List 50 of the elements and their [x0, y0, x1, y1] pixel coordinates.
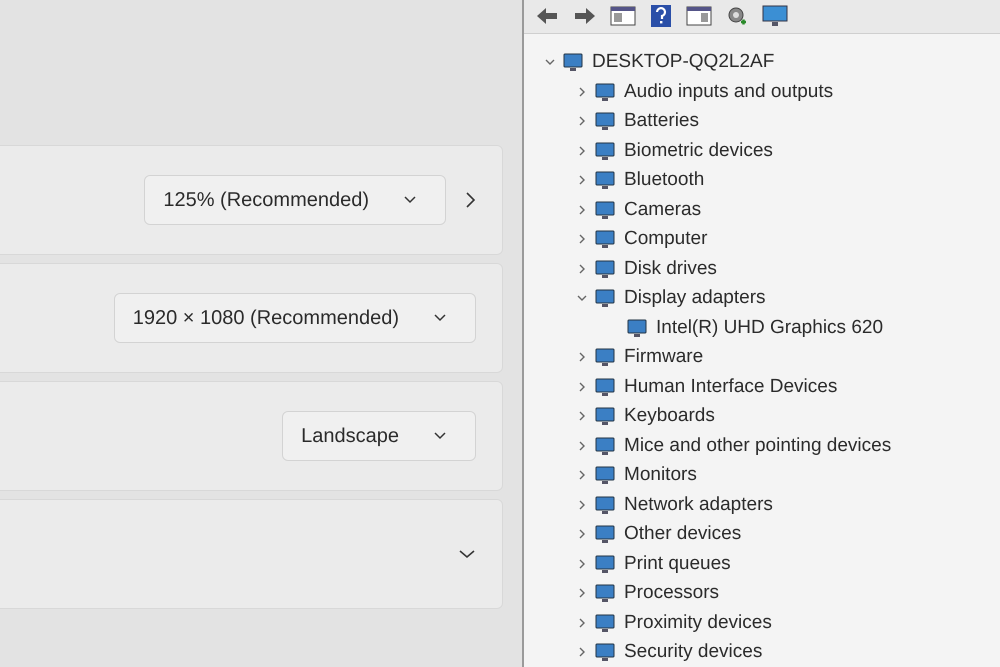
- tree-item[interactable]: Monitors: [624, 464, 697, 486]
- device-icon: [594, 80, 616, 103]
- tree-item[interactable]: Biometric devices: [624, 140, 773, 162]
- device-icon: [594, 110, 616, 132]
- device-icon: [594, 198, 616, 221]
- device-icon: [594, 582, 616, 604]
- chevron-down-icon: [433, 313, 447, 323]
- chevron-down-icon: [433, 431, 447, 441]
- tree-item[interactable]: Mice and other pointing devices: [624, 434, 892, 457]
- tree-item[interactable]: Other devices: [624, 523, 742, 546]
- device-icon: [594, 552, 616, 575]
- device-icon: [594, 228, 616, 250]
- chevron-right-icon[interactable]: [464, 191, 476, 209]
- tree-item[interactable]: Batteries: [624, 110, 699, 132]
- tree-item[interactable]: Computer: [624, 228, 708, 250]
- device-icon: [594, 169, 616, 192]
- computer-icon: [562, 51, 584, 74]
- device-icon: [594, 434, 616, 457]
- device-icon: [594, 641, 616, 664]
- tree-item[interactable]: Security devices: [624, 641, 762, 664]
- tree-item[interactable]: Human Interface Devices: [624, 376, 838, 398]
- tree-item[interactable]: Display adapters: [624, 287, 766, 310]
- dropdown[interactable]: 125% (Recommended): [144, 175, 446, 225]
- tree-item[interactable]: Intel(R) UHD Graphics 620: [656, 316, 884, 339]
- tree-item[interactable]: Proximity devices: [624, 612, 772, 634]
- tree-item[interactable]: Network adapters: [624, 494, 773, 516]
- chevron-down-icon: [403, 195, 417, 205]
- dropdown[interactable]: Landscape: [282, 411, 476, 461]
- device-icon: [626, 316, 648, 339]
- device-icon: [594, 494, 616, 516]
- device-icon: [594, 612, 616, 634]
- tree-item[interactable]: Audio inputs and outputs: [624, 80, 834, 103]
- dropdown[interactable]: 1920 × 1080 (Recommended): [114, 293, 476, 343]
- device-icon: [594, 287, 616, 310]
- device-icon: [594, 405, 616, 428]
- tree-item[interactable]: Print queues: [624, 552, 731, 575]
- tree-item[interactable]: Firmware: [624, 346, 704, 368]
- device-icon: [594, 140, 616, 162]
- device-icon: [594, 346, 616, 368]
- device-icon: [594, 258, 616, 280]
- chevron-down-icon[interactable]: [458, 548, 476, 560]
- tree-item[interactable]: Keyboards: [624, 405, 715, 428]
- tree-item[interactable]: Bluetooth: [624, 169, 704, 192]
- device-icon: [594, 464, 616, 486]
- tree-item[interactable]: Disk drives: [624, 258, 717, 280]
- tree-item[interactable]: Cameras: [624, 198, 702, 221]
- tree-item[interactable]: Processors: [624, 582, 720, 604]
- tree-item[interactable]: DESKTOP-QQ2L2AF: [592, 51, 774, 74]
- device-icon: [594, 523, 616, 546]
- device-icon: [594, 376, 616, 398]
